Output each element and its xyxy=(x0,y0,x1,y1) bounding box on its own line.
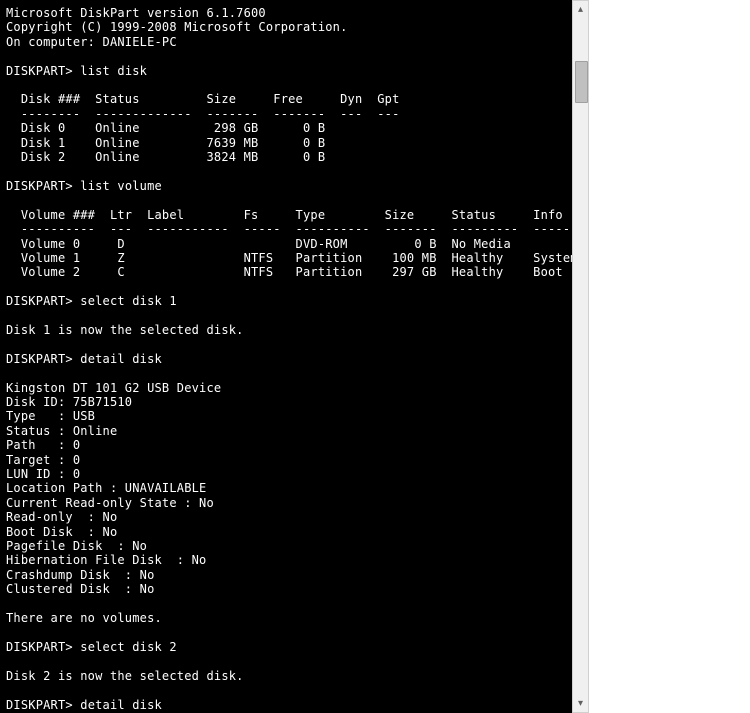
detail-line: Location Path : UNAVAILABLE xyxy=(6,481,206,495)
command: list disk xyxy=(80,64,147,78)
message: There are no volumes. xyxy=(6,611,162,625)
scroll-thumb[interactable] xyxy=(575,61,588,103)
detail-line: Target : 0 xyxy=(6,453,80,467)
message: Disk 1 is now the selected disk. xyxy=(6,323,244,337)
vol-table-header: Volume ### Ltr Label Fs Type Size Status… xyxy=(6,208,563,222)
detail-line: Disk ID: 75B71510 xyxy=(6,395,132,409)
header-line: Microsoft DiskPart version 6.1.7600 xyxy=(6,6,266,20)
vertical-scrollbar[interactable]: ▴ ▾ xyxy=(572,0,589,713)
detail-line: Boot Disk : No xyxy=(6,525,117,539)
command: select disk 1 xyxy=(80,294,177,308)
detail-line: Crashdump Disk : No xyxy=(6,568,155,582)
window: Microsoft DiskPart version 6.1.7600 Copy… xyxy=(0,0,750,713)
vol-table-sep: ---------- --- ----------- ----- -------… xyxy=(6,222,572,236)
prompt: DISKPART> xyxy=(6,294,73,308)
disk-table-header: Disk ### Status Size Free Dyn Gpt xyxy=(6,92,400,106)
detail-line: LUN ID : 0 xyxy=(6,467,80,481)
scroll-down-arrow-icon[interactable]: ▾ xyxy=(573,695,588,712)
header-line: On computer: DANIELE-PC xyxy=(6,35,177,49)
detail-line: Path : 0 xyxy=(6,438,80,452)
scroll-up-arrow-icon[interactable]: ▴ xyxy=(573,1,588,18)
console-output: Microsoft DiskPart version 6.1.7600 Copy… xyxy=(0,0,572,713)
disk-row: Disk 1 Online 7639 MB 0 B xyxy=(6,136,325,150)
command: detail disk xyxy=(80,698,162,712)
prompt: DISKPART> xyxy=(6,352,73,366)
right-blank-area xyxy=(572,0,750,713)
prompt: DISKPART> xyxy=(6,698,73,712)
detail-title: Kingston DT 101 G2 USB Device xyxy=(6,381,221,395)
prompt: DISKPART> xyxy=(6,640,73,654)
detail-line: Current Read-only State : No xyxy=(6,496,214,510)
message: Disk 2 is now the selected disk. xyxy=(6,669,244,683)
detail-line: Pagefile Disk : No xyxy=(6,539,147,553)
vol-row: Volume 0 D DVD-ROM 0 B No Media xyxy=(6,237,511,251)
header-line: Copyright (C) 1999-2008 Microsoft Corpor… xyxy=(6,20,348,34)
vol-row: Volume 2 C NTFS Partition 297 GB Healthy… xyxy=(6,265,563,279)
detail-line: Status : Online xyxy=(6,424,117,438)
prompt: DISKPART> xyxy=(6,64,73,78)
prompt: DISKPART> xyxy=(6,179,73,193)
disk-row: Disk 2 Online 3824 MB 0 B xyxy=(6,150,325,164)
command: select disk 2 xyxy=(80,640,177,654)
vol-row: Volume 1 Z NTFS Partition 100 MB Healthy… xyxy=(6,251,572,265)
command: list volume xyxy=(80,179,162,193)
command: detail disk xyxy=(80,352,162,366)
detail-line: Read-only : No xyxy=(6,510,117,524)
detail-line: Type : USB xyxy=(6,409,95,423)
detail-line: Clustered Disk : No xyxy=(6,582,155,596)
disk-row: Disk 0 Online 298 GB 0 B xyxy=(6,121,325,135)
detail-line: Hibernation File Disk : No xyxy=(6,553,206,567)
disk-table-sep: -------- ------------- ------- ------- -… xyxy=(6,107,400,121)
